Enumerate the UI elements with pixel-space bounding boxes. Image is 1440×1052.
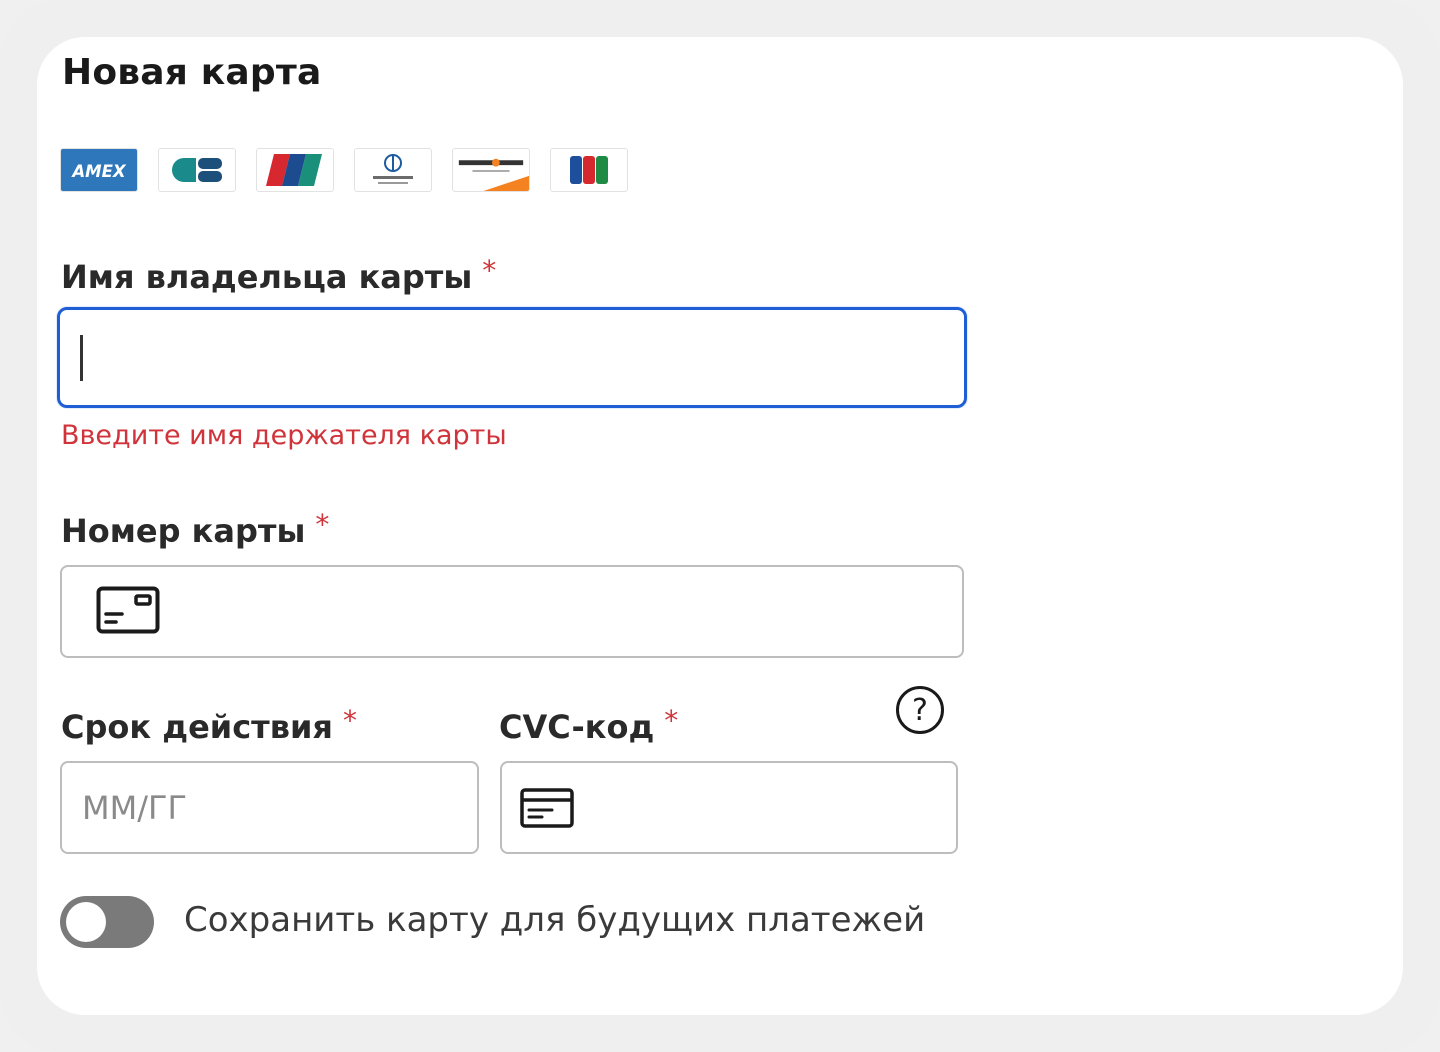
cvc-label: CVC-код *	[499, 704, 678, 746]
expiry-label-text: Срок действия	[61, 708, 333, 746]
expiry-placeholder: ММ/ГГ	[82, 789, 188, 827]
card-number-label: Номер карты *	[61, 508, 329, 550]
card-number-label-text: Номер карты	[61, 512, 306, 550]
text-cursor	[80, 335, 83, 381]
required-mark: *	[342, 704, 357, 737]
required-mark: *	[315, 508, 330, 541]
credit-card-icon	[96, 586, 160, 638]
amex-logo-icon: AMEX	[60, 148, 138, 192]
card-number-input[interactable]	[60, 565, 964, 658]
card-back-icon	[520, 788, 574, 832]
cvc-label-text: CVC-код	[499, 708, 655, 746]
unionpay-logo-icon	[256, 148, 334, 192]
diners-club-logo-icon	[354, 148, 432, 192]
save-card-label: Сохранить карту для будущих платежей	[184, 900, 926, 940]
required-mark: *	[482, 254, 497, 287]
cardholder-label: Имя владельца карты *	[61, 254, 496, 296]
page-title: Новая карта	[62, 52, 322, 93]
cardholder-label-text: Имя владельца карты	[61, 258, 473, 296]
jcb-logo-icon	[550, 148, 628, 192]
cardholder-name-input[interactable]	[57, 307, 967, 408]
required-mark: *	[664, 704, 679, 737]
cvc-help-icon[interactable]: ?	[896, 686, 944, 734]
card-brand-list: AMEX	[60, 148, 628, 192]
cardholder-error-message: Введите имя держателя карты	[61, 420, 507, 451]
toggle-knob	[66, 902, 106, 942]
cb-logo-icon	[158, 148, 236, 192]
discover-logo-icon	[452, 148, 530, 192]
expiry-label: Срок действия *	[61, 704, 357, 746]
svg-text:AMEX: AMEX	[70, 162, 127, 181]
save-card-toggle[interactable]	[60, 896, 154, 948]
